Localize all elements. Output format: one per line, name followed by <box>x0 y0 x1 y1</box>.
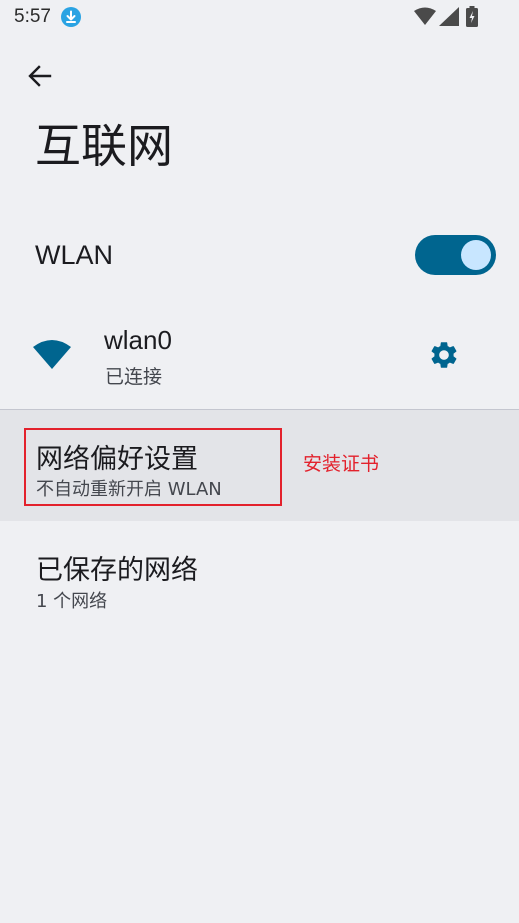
page-title: 互联网 <box>35 119 173 173</box>
network-status: 已连接 <box>105 366 163 388</box>
saved-networks-title: 已保存的网络 <box>36 555 198 586</box>
screen: 5:57 互联网 WLAN wlan0 已连接 网络偏好设置 不自动重新开启 W… <box>0 0 519 923</box>
status-bar: 5:57 <box>0 0 519 36</box>
wlan-label: WLAN <box>35 240 114 270</box>
status-time: 5:57 <box>14 6 51 27</box>
network-preferences-item[interactable]: 网络偏好设置 不自动重新开启 WLAN 安装证书 <box>0 410 519 521</box>
signal-icon <box>439 7 459 26</box>
wlan-toggle-row[interactable]: WLAN <box>0 225 519 289</box>
download-icon <box>61 7 81 27</box>
network-settings-button[interactable] <box>424 335 464 375</box>
network-name: wlan0 <box>104 325 172 355</box>
gear-icon <box>431 342 457 368</box>
battery-charging-icon <box>466 6 478 27</box>
wifi-icon <box>414 7 436 25</box>
arrow-left-icon <box>28 65 52 87</box>
saved-networks-item[interactable]: 已保存的网络 1 个网络 <box>0 535 519 625</box>
toggle-knob <box>461 240 491 270</box>
wifi-icon <box>33 340 71 369</box>
network-item-wlan0[interactable]: wlan0 已连接 <box>0 315 519 397</box>
network-preferences-summary: 不自动重新开启 WLAN <box>36 479 222 500</box>
back-button[interactable] <box>22 58 58 94</box>
wlan-toggle[interactable] <box>415 235 496 275</box>
install-certificate-annotation: 安装证书 <box>303 453 380 475</box>
network-preferences-title: 网络偏好设置 <box>36 444 198 475</box>
saved-networks-summary: 1 个网络 <box>36 591 108 612</box>
